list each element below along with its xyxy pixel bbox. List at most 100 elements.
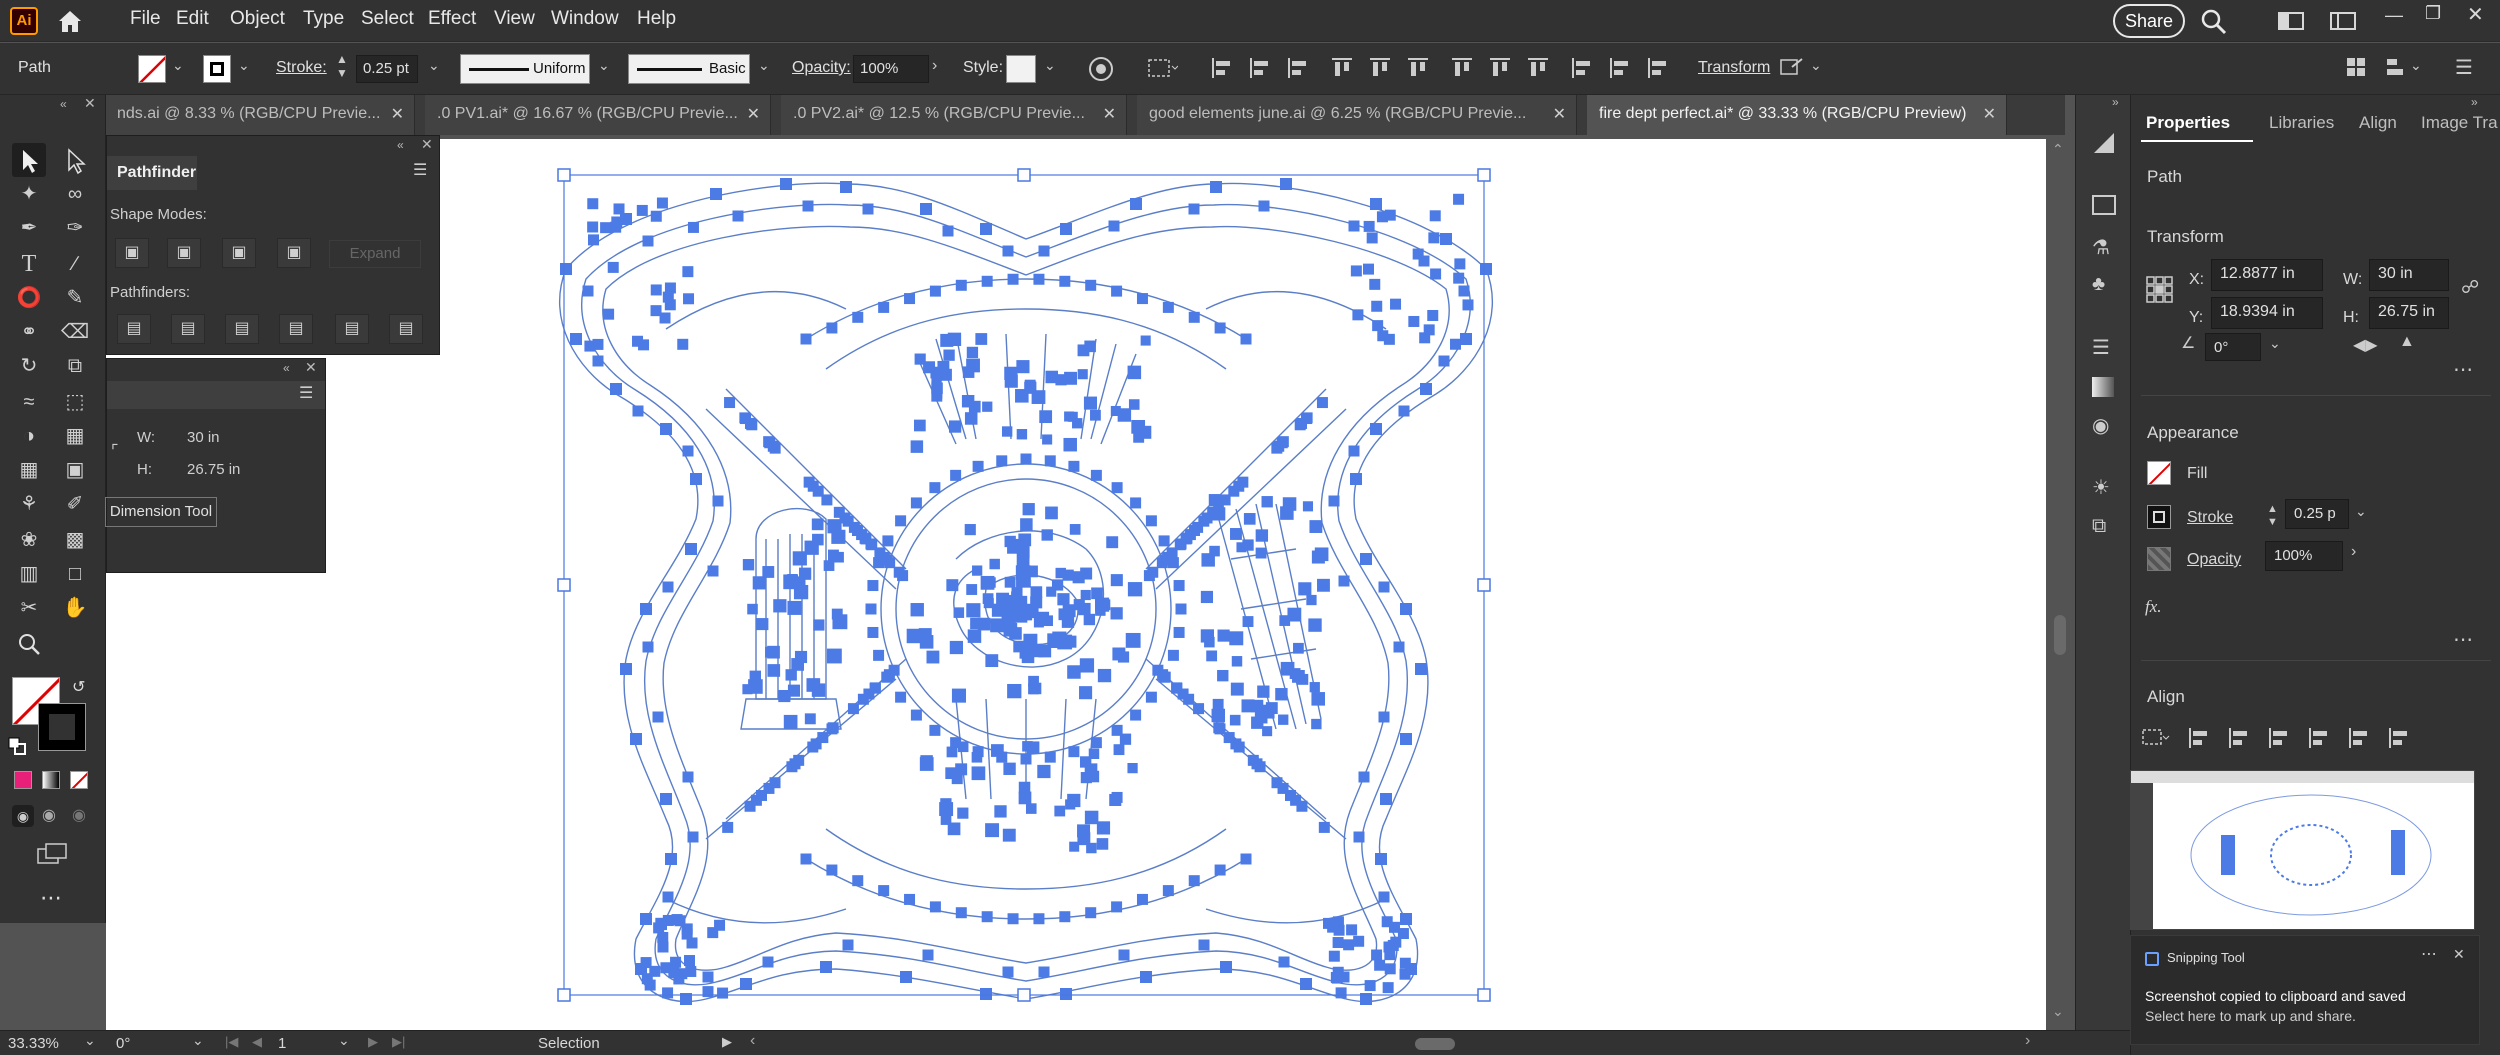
none-mode-icon[interactable] [70,771,88,789]
dist-left-icon[interactable] [1570,56,1594,80]
more-options-icon[interactable]: ⋯ [2453,627,2473,652]
stroke-weight-input[interactable]: 0.25 p [2285,499,2349,529]
scroll-up-icon[interactable]: ⌃ [2052,141,2064,158]
toast-more-icon[interactable]: ⋯ [2421,944,2437,964]
dist-h-center-icon[interactable] [1608,56,1632,80]
navigator-thumbnail[interactable] [2130,770,2475,930]
expand-button[interactable]: Expand [329,240,421,268]
outline-button[interactable]: ▤ [335,314,369,344]
collapse-panel-icon[interactable]: « [283,361,290,375]
menu-window[interactable]: Window [551,8,619,30]
symbol-sprayer-tool-icon[interactable]: ❀ [12,523,46,557]
menu-file[interactable]: File [130,8,161,30]
intersect-button[interactable]: ▣ [222,238,256,268]
fill-swatch[interactable] [138,55,166,83]
pen-tool-icon[interactable]: ✒ [12,211,46,245]
align-right-icon[interactable] [1286,56,1310,80]
swap-fill-stroke-icon[interactable]: ↺ [72,677,85,697]
fill-swatch[interactable] [2147,461,2171,485]
menu-view[interactable]: View [494,8,535,30]
stroke-stepper-icon[interactable]: ▲ ▼ [2267,503,2278,529]
y-input[interactable]: 18.9394 in [2211,297,2323,329]
close-tab-icon[interactable]: ✕ [1103,104,1116,124]
close-tab-icon[interactable]: ✕ [1553,104,1566,124]
menu-object[interactable]: Object [230,8,285,30]
align-h-center-icon[interactable] [1248,56,1272,80]
menu-help[interactable]: Help [637,8,676,30]
tab-document-4[interactable]: good elements june.ai @ 6.25 % (RGB/CPU … [1137,95,1577,135]
dimension-tool-button[interactable]: Dimension Tool [105,497,217,527]
tab-properties[interactable]: Properties [2146,113,2230,133]
artboard-dropdown-icon[interactable]: ⌄ [338,1032,350,1049]
menu-effect[interactable]: Effect [428,8,476,30]
anchor-points[interactable] [560,178,1492,1005]
type-tool-icon[interactable]: T [12,247,46,281]
zoom-dropdown-icon[interactable]: ⌄ [84,1032,96,1049]
slice-tool-icon[interactable]: ✂ [12,591,46,625]
artboard-tool-icon[interactable]: □ [58,557,92,591]
stroke-dropdown-icon[interactable]: ⌄ [238,57,250,74]
stroke-swatch[interactable] [203,55,231,83]
opacity-input[interactable]: 100% [853,55,929,83]
zoom-tool-icon[interactable] [12,627,46,661]
stroke-swatch[interactable] [2147,505,2171,529]
horizontal-scroll-thumb[interactable] [1415,1038,1455,1050]
dist-top-icon[interactable] [1450,56,1474,80]
align-bottom-icon[interactable] [1406,56,1430,80]
vertical-scrollbar-track[interactable]: ⌃ ⌄ [2046,135,2074,1030]
snipping-tool-notification[interactable]: Snipping Tool ⋯ ✕ Screenshot copied to c… [2130,935,2480,1045]
close-tab-icon[interactable]: ✕ [747,104,760,124]
transform-link[interactable]: Transform [1698,59,1770,77]
properties-panel-icon[interactable] [2092,131,2116,155]
rotation-value[interactable]: 0° [116,1035,130,1052]
isolate-dropdown-icon[interactable]: ⌄ [1810,57,1822,74]
change-screen-mode-icon[interactable] [36,841,70,867]
draw-normal-icon[interactable]: ◉ [12,805,34,827]
draw-behind-icon[interactable]: ◉ [42,805,56,825]
shaper-tool-icon[interactable]: ⚭ [12,315,46,349]
hand-tool-icon[interactable]: ✋ [58,591,92,625]
distribute-icon[interactable] [2385,56,2407,78]
collapse-dock-icon[interactable]: » [2112,95,2119,109]
align-v-center-icon[interactable] [1368,56,1392,80]
scroll-left-icon[interactable]: ‹ [750,1032,755,1050]
reference-point-icon[interactable]: ⌜ [111,441,119,461]
close-panel-icon[interactable]: ✕ [421,136,433,153]
symbols-panel-icon[interactable]: ♣ [2092,273,2105,296]
free-transform-tool-icon[interactable]: ⬚ [58,385,92,419]
opacity-swatch-icon[interactable] [2147,547,2171,571]
opacity-label[interactable]: Opacity [2187,551,2241,569]
gradient-panel-icon[interactable] [2092,377,2114,397]
width-tool-icon[interactable]: ≈ [12,385,46,419]
tab-document-5[interactable]: fire dept perfect.ai* @ 33.33 % (RGB/CPU… [1587,95,2007,135]
draw-inside-icon[interactable]: ◉ [72,805,86,825]
color-mode-icon[interactable] [14,771,32,789]
scroll-down-icon[interactable]: ⌄ [2052,1003,2064,1020]
restore-icon[interactable]: ❐ [2425,3,2441,24]
artboards-panel-icon[interactable]: ⧉ [2092,515,2106,538]
collapse-panel-icon[interactable]: « [397,138,404,152]
magic-wand-tool-icon[interactable]: ✦ [12,177,46,211]
selection-tool-icon[interactable] [12,143,46,177]
share-button[interactable]: Share [2113,4,2185,38]
rotate-input[interactable]: 0° [2205,333,2261,361]
eraser-tool-icon[interactable]: ⌫ [58,315,92,349]
minus-front-button[interactable]: ▣ [167,238,201,268]
perspective-grid-tool-icon[interactable]: ▦ [58,419,92,453]
opacity-input[interactable]: 100% [2265,541,2343,571]
flip-horizontal-icon[interactable]: ◀▶ [2353,335,2378,355]
line-tool-icon[interactable]: ∕ [58,247,92,281]
stroke-label[interactable]: Stroke [2187,509,2233,527]
artboard-number[interactable]: 1 [278,1035,286,1052]
effects-label[interactable]: fx. [2145,597,2162,617]
trim-button[interactable]: ▤ [171,314,205,344]
unite-button[interactable]: ▣ [115,238,149,268]
stroke-panel-icon[interactable]: ☰ [2092,335,2110,360]
tab-libraries[interactable]: Libraries [2269,113,2334,133]
pathfinder-tab[interactable]: Pathfinder [107,156,197,190]
merge-button[interactable]: ▤ [225,314,259,344]
rotation-dropdown-icon[interactable]: ⌄ [192,1032,204,1049]
libraries-panel-icon[interactable] [2092,195,2116,215]
previous-artboard-icon[interactable]: ◀ [252,1034,262,1050]
appearance-panel-icon[interactable]: ☀ [2092,475,2110,500]
